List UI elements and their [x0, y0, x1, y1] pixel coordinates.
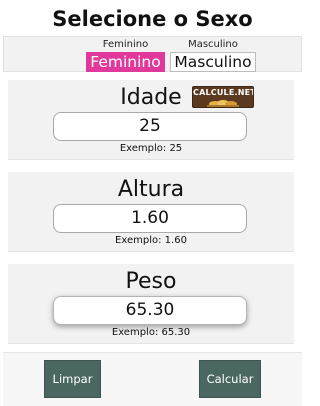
coins-icon — [207, 100, 239, 107]
calcule-net-logo: CALCULE.NET — [192, 86, 254, 108]
male-caption: Masculino — [188, 39, 238, 50]
height-hint: Exemplo: 1.60 — [115, 235, 187, 246]
female-caption: Feminino — [102, 39, 149, 50]
weight-label: Peso — [125, 269, 177, 294]
clear-button[interactable]: Limpar — [44, 360, 101, 398]
height-label: Altura — [117, 177, 185, 202]
male-button[interactable]: Masculino — [170, 52, 256, 72]
male-option: Masculino Masculino — [170, 38, 256, 72]
height-input[interactable]: 1.60 — [53, 204, 247, 233]
age-hint: Exemplo: 25 — [119, 143, 183, 154]
weight-input[interactable]: 65.30 — [53, 296, 247, 325]
age-panel: Idade CALCULE.NET 25 Exemplo: 25 — [8, 80, 294, 160]
age-input[interactable]: 25 — [53, 112, 247, 141]
action-bar: Limpar Calcular — [3, 352, 302, 406]
female-option: Feminino Feminino — [86, 38, 165, 72]
weight-hint: Exemplo: 65.30 — [111, 327, 191, 338]
female-button[interactable]: Feminino — [86, 52, 165, 72]
sex-selector: Feminino Feminino Masculino Masculino — [3, 36, 302, 72]
page-title: Selecione o Sexo — [52, 7, 253, 31]
weight-panel: Peso 65.30 Exemplo: 65.30 — [8, 264, 294, 344]
height-panel: Altura 1.60 Exemplo: 1.60 — [8, 172, 294, 252]
logo-text: CALCULE.NET — [193, 88, 254, 97]
calculate-button[interactable]: Calcular — [199, 360, 261, 398]
